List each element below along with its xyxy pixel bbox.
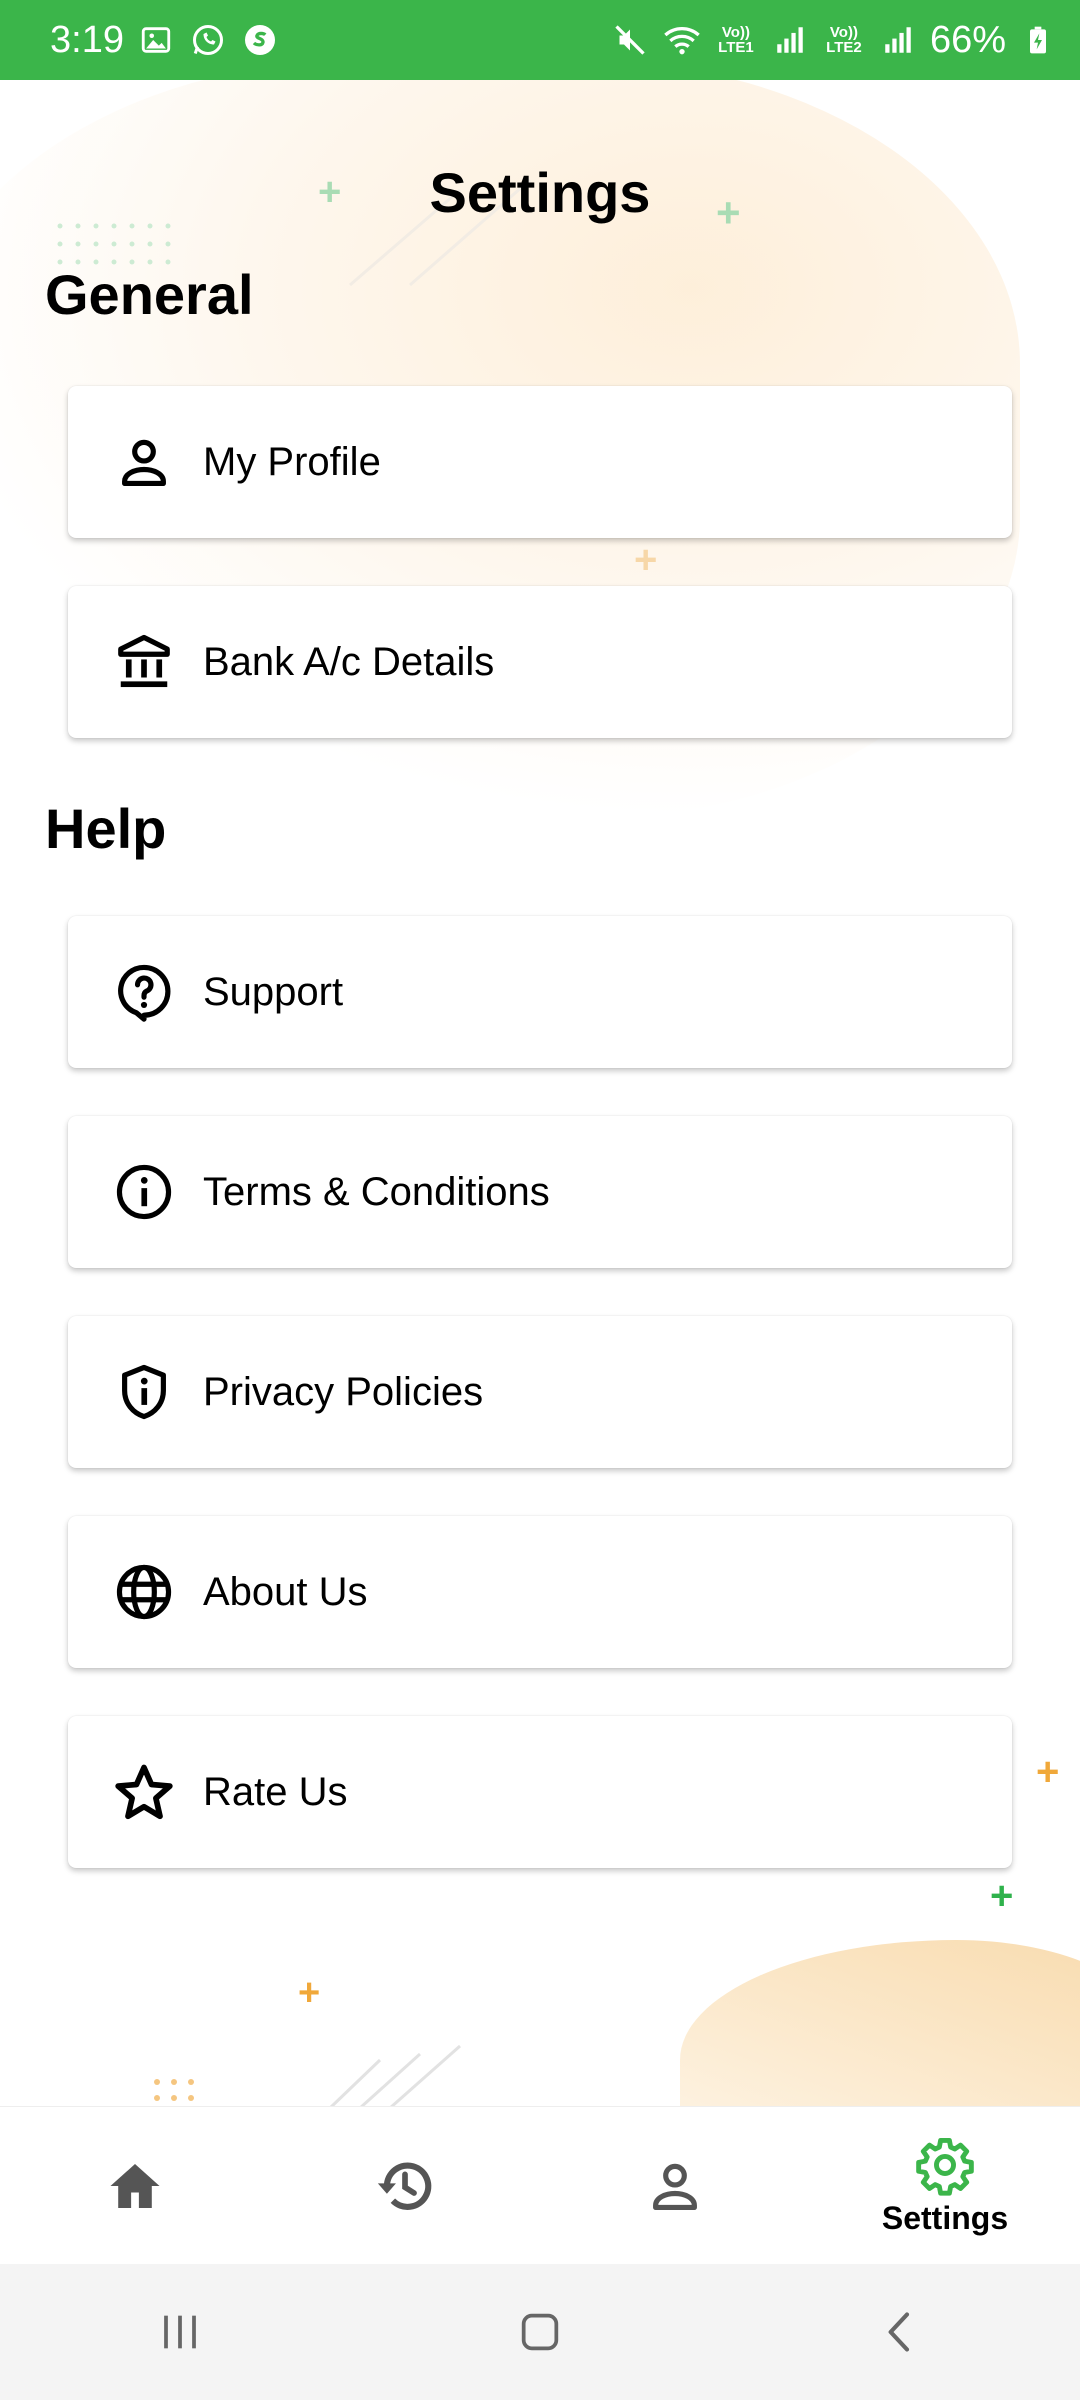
menu-item-label: Privacy Policies: [203, 1369, 484, 1414]
signal-1-icon: [770, 20, 810, 60]
status-right: Vo)) LTE1 Vo)) LTE2 66%: [610, 19, 1058, 62]
settings-screen: 3:19 Vo)) LTE1 Vo)) LTE2 66% + + + + + +…: [0, 0, 1080, 2400]
status-time: 3:19: [50, 18, 124, 61]
nav-profile[interactable]: [540, 2107, 810, 2264]
bottom-nav: Settings: [0, 2106, 1080, 2264]
menu-item-privacy-policies[interactable]: Privacy Policies: [68, 1316, 1012, 1468]
menu-item-about-us[interactable]: About Us: [68, 1516, 1012, 1668]
person-icon: [653, 2163, 697, 2210]
recent-apps-icon: [164, 2315, 196, 2349]
gear-icon: [916, 2138, 974, 2196]
menu-item-label: Rate Us: [203, 1769, 348, 1814]
menu-item-label: Terms & Conditions: [203, 1169, 550, 1214]
section-title-help: Help: [45, 797, 167, 860]
battery-percent: 66%: [929, 18, 1006, 61]
star-icon: [113, 1761, 175, 1823]
status-bar: 3:19 Vo)) LTE1 Vo)) LTE2 66%: [0, 0, 1080, 80]
history-icon: [377, 2162, 432, 2210]
gallery-notification-icon: [136, 20, 176, 60]
nav-history[interactable]: [270, 2107, 540, 2264]
menu-item-terms-conditions[interactable]: Terms & Conditions: [68, 1116, 1012, 1268]
menu-item-support[interactable]: Support: [68, 916, 1012, 1068]
deco-plus-icon: +: [1036, 1750, 1060, 1794]
menu-item-my-profile[interactable]: My Profile: [68, 386, 1012, 538]
menu-item-label: Bank A/c Details: [203, 639, 495, 684]
section-title-general: General: [45, 263, 254, 326]
system-nav-bar: [0, 2264, 1080, 2400]
signal-2-icon: [878, 20, 918, 60]
back-system-button[interactable]: [840, 2292, 960, 2372]
status-left: 3:19: [50, 19, 280, 62]
page-title: Settings: [429, 161, 651, 224]
nav-home[interactable]: [0, 2107, 270, 2264]
nav-settings-label: Settings: [881, 2200, 1009, 2236]
square-home-icon: [521, 2313, 559, 2351]
shield-info-icon: [113, 1361, 175, 1423]
back-chevron-icon: [888, 2312, 910, 2352]
info-icon: [113, 1161, 175, 1223]
help-chat-icon: [113, 961, 175, 1023]
recent-apps-button[interactable]: [120, 2292, 240, 2372]
home-icon: [110, 2163, 160, 2208]
lte2-label: Vo)) LTE2: [826, 24, 862, 56]
menu-item-bank-details[interactable]: Bank A/c Details: [68, 586, 1012, 738]
home-system-button[interactable]: [480, 2292, 600, 2372]
nav-settings[interactable]: Settings: [810, 2107, 1080, 2264]
globe-icon: [113, 1561, 175, 1623]
wifi-icon: [662, 20, 702, 60]
menu-item-label: My Profile: [203, 439, 381, 484]
deco-plus-icon: +: [298, 1972, 321, 2014]
whatsapp-notification-icon: [188, 20, 228, 60]
app-notification-icon: [240, 20, 280, 60]
menu-item-label: Support: [203, 969, 344, 1014]
deco-plus-icon: +: [634, 538, 658, 582]
menu-item-label: About Us: [203, 1569, 368, 1614]
mute-icon: [610, 20, 650, 60]
battery-charging-icon: [1018, 20, 1058, 60]
bank-icon: [113, 631, 175, 693]
deco-plus-icon: +: [990, 1874, 1014, 1918]
menu-item-rate-us[interactable]: Rate Us: [68, 1716, 1012, 1868]
lte1-label: Vo)) LTE1: [718, 24, 754, 56]
deco-lines-icon: [328, 2044, 461, 2110]
deco-dots-icon: [154, 2079, 194, 2101]
person-icon: [113, 431, 175, 493]
